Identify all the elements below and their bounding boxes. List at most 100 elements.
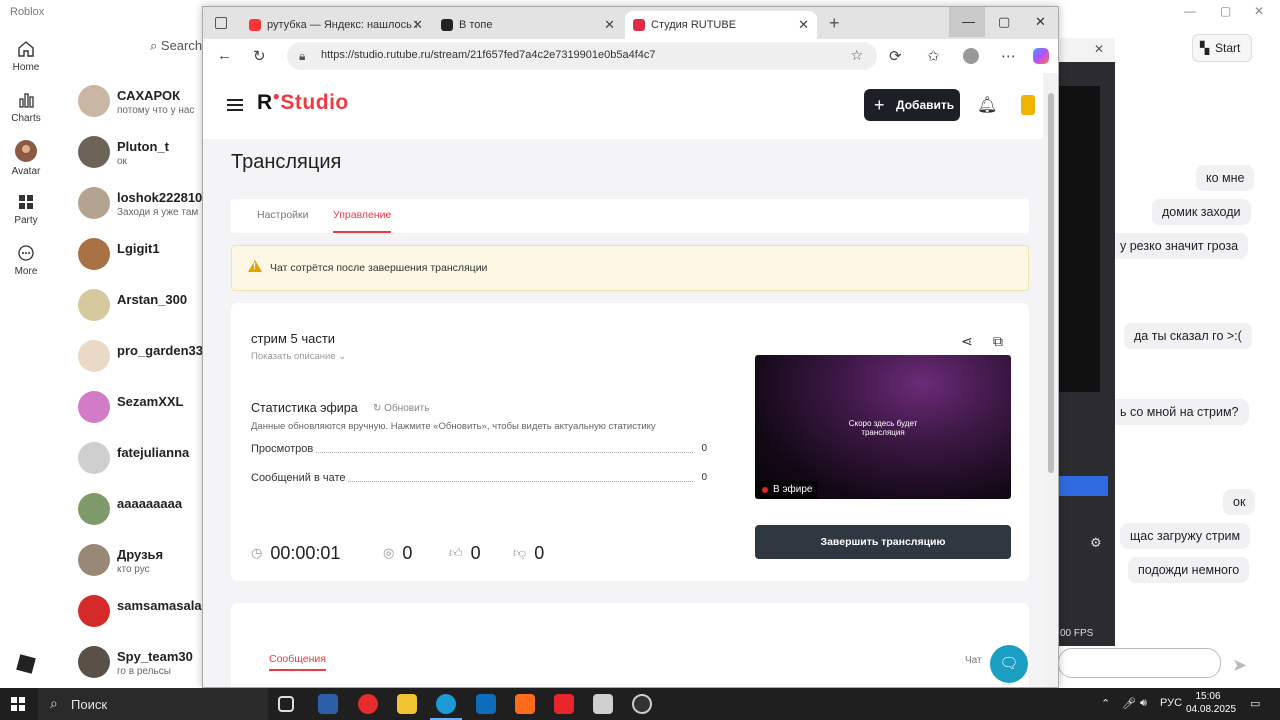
copilot-icon[interactable] [1033, 48, 1049, 64]
yandex-icon[interactable] [554, 694, 574, 714]
friend-item[interactable]: Spy_team30 го в рельсы [78, 646, 208, 692]
nav-more[interactable]: More [0, 244, 52, 277]
language-indicator[interactable]: РУС [1160, 697, 1182, 709]
stat-value: 0 [699, 472, 707, 483]
yandex-browser-icon[interactable] [358, 694, 378, 714]
page-scrollbar[interactable] [1044, 73, 1058, 687]
store-icon[interactable] [318, 694, 338, 714]
tab-chat[interactable]: Чат [965, 655, 982, 666]
nav-party[interactable]: Party [0, 193, 52, 226]
friend-item[interactable]: Друзья кто рус [78, 544, 208, 590]
add-button[interactable]: + Добавить [864, 89, 960, 121]
share-icon[interactable]: ⋖ [961, 333, 973, 350]
preview-text-line2: трансляция [861, 428, 905, 437]
close-icon[interactable]: ✕ [604, 11, 615, 39]
file-explorer-icon[interactable] [397, 694, 417, 714]
extensions-icon[interactable]: ⟳ [889, 47, 902, 65]
roblox-taskbar-icon[interactable] [593, 694, 613, 714]
profile-icon[interactable] [963, 48, 979, 64]
close-window-icon[interactable]: ✕ [1035, 14, 1046, 30]
friend-item[interactable]: Lgigit1 [78, 238, 208, 284]
nav-home[interactable]: Home [0, 40, 52, 73]
friend-avatar [78, 595, 110, 627]
tray-chevron-up-icon[interactable]: ⌃ [1101, 697, 1110, 710]
task-view-icon[interactable] [278, 696, 294, 712]
friend-item[interactable]: SezamXXL [78, 391, 208, 437]
reload-icon[interactable]: ↻ [253, 47, 266, 65]
external-link-icon[interactable]: ⧉ [993, 333, 1003, 350]
friend-item[interactable]: Pluton_t ок [78, 136, 208, 182]
close-icon[interactable]: ✕ [412, 11, 423, 39]
nav-charts[interactable]: Charts [0, 91, 52, 124]
hamburger-menu-icon[interactable] [227, 99, 243, 111]
obs-selected-scene[interactable] [1058, 476, 1108, 496]
maximize-icon[interactable]: ▢ [998, 14, 1010, 30]
roblox-maximize-icon[interactable]: ▢ [1220, 4, 1231, 18]
friend-name: Lgigit1 [117, 241, 160, 256]
start-button[interactable]: ▚ Start [1192, 34, 1252, 62]
stream-card: стрим 5 части Показать описание ⌄ ⋖ ⧉ Ст… [231, 303, 1029, 581]
friend-item[interactable]: Arstan_300 [78, 289, 208, 335]
minimize-button[interactable]: — [949, 7, 985, 37]
taskbar-search[interactable]: ⌕ Поиск [38, 688, 268, 720]
scrollbar-thumb[interactable] [1048, 93, 1054, 473]
tab-actions-icon[interactable] [215, 17, 227, 29]
chat-input[interactable] [1058, 648, 1221, 678]
gear-icon[interactable]: ⚙ [1090, 535, 1102, 551]
tab-yandex[interactable]: рутубка — Яндекс: нашлось 3 тыс. ✕ [241, 11, 431, 39]
windows-start-icon[interactable] [11, 697, 25, 711]
menu-dots-icon[interactable]: ⋯ [1001, 47, 1016, 65]
friend-avatar [78, 391, 110, 423]
nav-avatar-label: Avatar [11, 166, 41, 177]
favorites-icon[interactable]: ✩ [927, 47, 940, 65]
close-icon[interactable]: ✕ [798, 11, 809, 39]
tab-v-tope[interactable]: В топе ✕ [433, 11, 623, 39]
studio-header: R●Studio + Добавить 🔔︎ [203, 73, 1043, 139]
user-avatar[interactable] [1021, 95, 1035, 115]
close-icon[interactable]: ✕ [1094, 42, 1104, 56]
party-icon [19, 195, 33, 209]
refresh-button[interactable]: ↻ Обновить [373, 403, 429, 414]
roblox-close-icon[interactable]: ✕ [1254, 4, 1264, 18]
notification-icon[interactable]: ▭ [1250, 697, 1260, 710]
address-bar[interactable]: 🔒︎ https://studio.rutube.ru/stream/21f65… [287, 42, 877, 70]
tab-management[interactable]: Управление [333, 209, 392, 233]
finish-stream-button[interactable]: Завершить трансляцию [755, 525, 1011, 559]
friend-item[interactable]: aaaaaaaaa [78, 493, 208, 539]
friend-item[interactable]: pro_garden33 [78, 340, 208, 386]
clock-icon: ◷ [251, 545, 263, 560]
chat-message: домик заходи [1152, 199, 1251, 225]
clock[interactable]: 15:06 04.08.2025 [1186, 690, 1236, 716]
friend-item[interactable]: fatejulianna [78, 442, 208, 488]
viewer-icon: ◎ [383, 545, 395, 560]
speaker-icon[interactable]: 🔊︎ [1140, 697, 1147, 710]
outlook-icon[interactable] [476, 694, 496, 714]
tab-messages[interactable]: Сообщения [269, 653, 326, 671]
stat-label: Просмотров [251, 443, 316, 455]
app-k-icon[interactable] [515, 694, 535, 714]
friend-name: fatejulianna [117, 445, 190, 460]
nav-home-label: Home [12, 62, 40, 73]
new-tab-icon[interactable]: + [829, 13, 840, 34]
notifications-bell-icon[interactable]: 🔔︎ [977, 95, 997, 115]
rutube-studio-logo[interactable]: R●Studio [257, 89, 349, 115]
chat-support-button[interactable]: 🗨︎ [990, 645, 1028, 683]
show-description-label: Показать описание [251, 351, 336, 362]
microphone-icon[interactable]: 🎤︎ [1122, 697, 1136, 710]
friend-item[interactable]: САХАРОК потому что у нас [78, 85, 208, 131]
back-icon[interactable]: ← [217, 47, 232, 64]
nav-avatar[interactable]: Avatar [0, 140, 52, 177]
show-description-link[interactable]: Показать описание ⌄ [251, 351, 346, 362]
tab-settings[interactable]: Настройки [257, 209, 309, 221]
edge-icon[interactable] [430, 694, 462, 720]
friend-item[interactable]: loshok2228100 Заходи я уже там [78, 187, 210, 233]
dislikes-count: 👎︎ 0 [513, 543, 544, 564]
friend-item[interactable]: samsamasala [78, 595, 208, 641]
roblox-minimize-icon[interactable]: — [1184, 4, 1196, 18]
send-icon[interactable]: ➤ [1232, 655, 1247, 676]
stream-preview[interactable]: Скоро здесь будет трансляция В эфире [755, 355, 1011, 499]
favorite-star-icon[interactable]: ☆ [850, 47, 863, 64]
tab-studio-rutube[interactable]: Студия RUTUBE ✕ [625, 11, 817, 39]
roblox-search-input[interactable]: ⌕ Search [150, 38, 202, 54]
obs-icon[interactable] [632, 694, 652, 714]
